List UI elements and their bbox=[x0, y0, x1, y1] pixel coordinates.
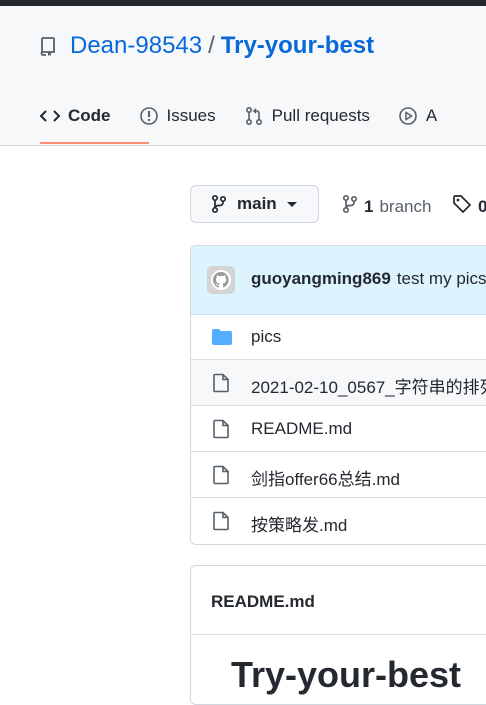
selected-tab-indicator bbox=[40, 142, 149, 144]
tag-icon bbox=[452, 194, 472, 219]
tags-link[interactable]: 0 bbox=[452, 194, 486, 219]
code-icon bbox=[40, 108, 60, 124]
tab-pull-requests-label: Pull requests bbox=[271, 106, 370, 125]
play-icon bbox=[398, 106, 418, 126]
git-branch-icon bbox=[342, 194, 358, 219]
readme-heading: Try-your-best bbox=[231, 654, 462, 695]
git-branch-icon bbox=[211, 194, 227, 214]
file-name-link[interactable]: pics bbox=[251, 327, 281, 347]
file-row-strategy[interactable]: 按策略发.md bbox=[191, 498, 486, 544]
latest-commit-bar: guoyangming869 test my pics bbox=[191, 246, 486, 315]
file-row-readme[interactable]: README.md bbox=[191, 406, 486, 452]
repo-title: Dean-98543 / Try-your-best bbox=[40, 32, 374, 60]
file-name-link[interactable]: README.md bbox=[251, 419, 352, 439]
tab-issues-label: Issues bbox=[166, 106, 216, 125]
tab-issues[interactable]: Issues bbox=[139, 94, 216, 138]
readme-divider bbox=[191, 634, 486, 635]
commit-author-link[interactable]: guoyangming869 bbox=[251, 269, 391, 288]
branch-count-label: branch bbox=[379, 196, 432, 216]
tab-code[interactable]: Code bbox=[40, 94, 111, 138]
branch-name: main bbox=[237, 194, 277, 213]
commit-message-link[interactable]: test my pics bbox=[397, 269, 486, 288]
branch-count: 1 bbox=[364, 196, 374, 216]
file-icon bbox=[211, 511, 231, 531]
file-browser: guoyangming869 test my pics pics 2021-02-… bbox=[190, 245, 486, 545]
repo-name-link[interactable]: Try-your-best bbox=[221, 32, 374, 60]
file-name-link[interactable]: 剑指offer66总结.md bbox=[251, 465, 400, 490]
tab-actions-label: A bbox=[425, 106, 438, 125]
latest-commit-info: guoyangming869 test my pics bbox=[251, 269, 486, 289]
tab-pull-requests[interactable]: Pull requests bbox=[244, 94, 370, 138]
file-row-pics[interactable]: pics bbox=[191, 314, 486, 360]
tag-count: 0 bbox=[478, 196, 486, 216]
chevron-down-icon bbox=[286, 201, 297, 207]
file-icon bbox=[211, 465, 231, 485]
branch-select-button[interactable]: main bbox=[190, 185, 319, 223]
repo-owner-link[interactable]: Dean-98543 bbox=[70, 32, 202, 60]
branches-link[interactable]: 1 branch bbox=[342, 194, 431, 219]
repo-nav-tabs: Code Issues Pull requests A bbox=[40, 94, 465, 144]
avatar[interactable] bbox=[207, 266, 235, 294]
tab-actions[interactable]: A bbox=[398, 94, 437, 138]
pull-request-icon bbox=[244, 106, 264, 126]
file-row-string-permutation[interactable]: 2021-02-10_0567_字符串的排列 bbox=[191, 360, 486, 406]
file-icon bbox=[211, 373, 231, 393]
file-row-offer66-summary[interactable]: 剑指offer66总结.md bbox=[191, 452, 486, 498]
readme-title: README.md bbox=[211, 592, 315, 611]
repo-path-separator: / bbox=[208, 32, 215, 59]
file-icon bbox=[211, 419, 231, 439]
repo-header: Dean-98543 / Try-your-best Code Issues P… bbox=[0, 6, 486, 146]
file-name-link[interactable]: 2021-02-10_0567_字符串的排列 bbox=[251, 373, 486, 398]
tab-code-label: Code bbox=[68, 106, 111, 125]
readme-panel: README.md Try-your-best bbox=[190, 565, 486, 705]
repo-icon bbox=[40, 36, 58, 56]
file-name-link[interactable]: 按策略发.md bbox=[251, 511, 347, 536]
folder-icon bbox=[211, 327, 233, 347]
issue-icon bbox=[139, 106, 159, 126]
